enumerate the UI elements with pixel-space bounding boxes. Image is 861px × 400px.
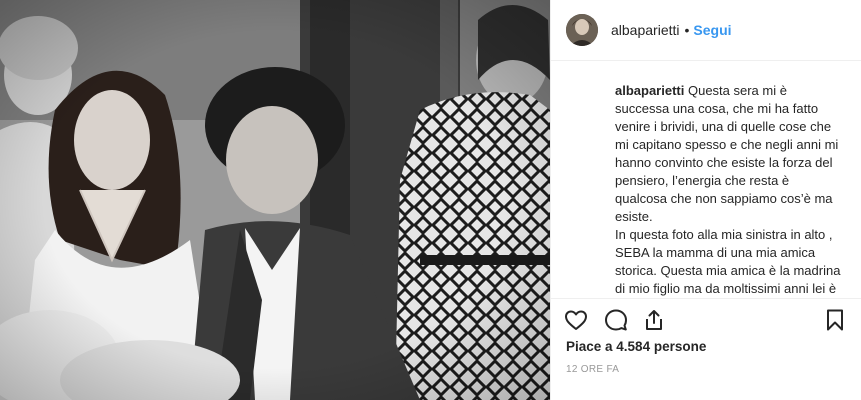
action-bar xyxy=(563,307,848,333)
save-button[interactable] xyxy=(822,307,848,333)
header-separator: • xyxy=(684,22,690,38)
comments-scroll-area[interactable]: albaparietti Questa sera mi è successa u… xyxy=(551,61,861,299)
caption-text: Questa sera mi è successa una cosa, che … xyxy=(615,83,841,296)
bookmark-icon xyxy=(827,309,843,331)
caption-username[interactable]: albaparietti xyxy=(615,83,684,98)
follow-button[interactable]: Segui xyxy=(693,22,731,38)
post-photo-image xyxy=(0,0,550,400)
avatar[interactable] xyxy=(566,14,598,46)
heart-outline-icon xyxy=(565,310,587,330)
post-caption: albaparietti Questa sera mi è successa u… xyxy=(551,61,861,299)
header-username[interactable]: albaparietti xyxy=(611,22,680,38)
like-button[interactable] xyxy=(563,307,589,333)
share-icon xyxy=(646,310,662,330)
post-timestamp[interactable]: 12 ORE FA xyxy=(566,364,619,375)
post-actions-section: Piace a 4.584 persone 12 ORE FA xyxy=(551,298,861,400)
post-header: albaparietti • Segui xyxy=(551,0,861,61)
post-photo[interactable] xyxy=(0,0,550,400)
comment-icon xyxy=(605,309,627,331)
post-side-panel: albaparietti • Segui albaparietti Questa… xyxy=(550,0,861,400)
avatar-image xyxy=(566,14,598,46)
comment-button[interactable] xyxy=(603,307,629,333)
instagram-post: albaparietti • Segui albaparietti Questa… xyxy=(0,0,861,400)
likes-count[interactable]: Piace a 4.584 persone xyxy=(566,339,706,354)
share-button[interactable] xyxy=(641,307,667,333)
